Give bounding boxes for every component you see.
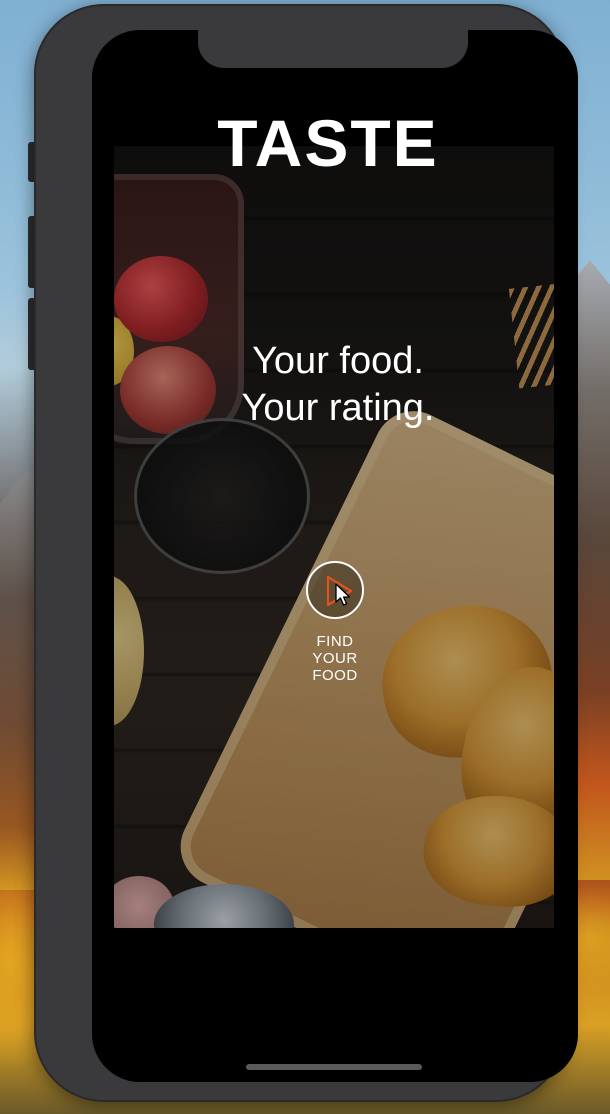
food-background-image xyxy=(114,146,554,928)
find-your-food-button[interactable] xyxy=(306,561,364,619)
phone-screen: TASTE Your food. Your rating. FIND YOUR … xyxy=(92,30,578,1082)
tagline: Your food. Your rating. xyxy=(208,338,468,432)
cta-label-line-1: FIND xyxy=(316,633,354,650)
cursor-icon xyxy=(335,583,351,606)
cta-label-line-2: YOUR xyxy=(312,650,358,667)
tagline-line-2: Your rating. xyxy=(241,387,435,429)
home-indicator[interactable] xyxy=(246,1064,422,1070)
find-your-food-label[interactable]: FIND YOUR FOOD xyxy=(285,633,385,684)
phone-notch xyxy=(198,30,468,68)
cta-label-line-3: FOOD xyxy=(312,667,358,684)
app-title: TASTE xyxy=(217,106,439,180)
tagline-line-1: Your food. xyxy=(252,340,424,382)
image-overlay xyxy=(114,146,554,928)
phone-frame: TASTE Your food. Your rating. FIND YOUR … xyxy=(34,4,578,1102)
